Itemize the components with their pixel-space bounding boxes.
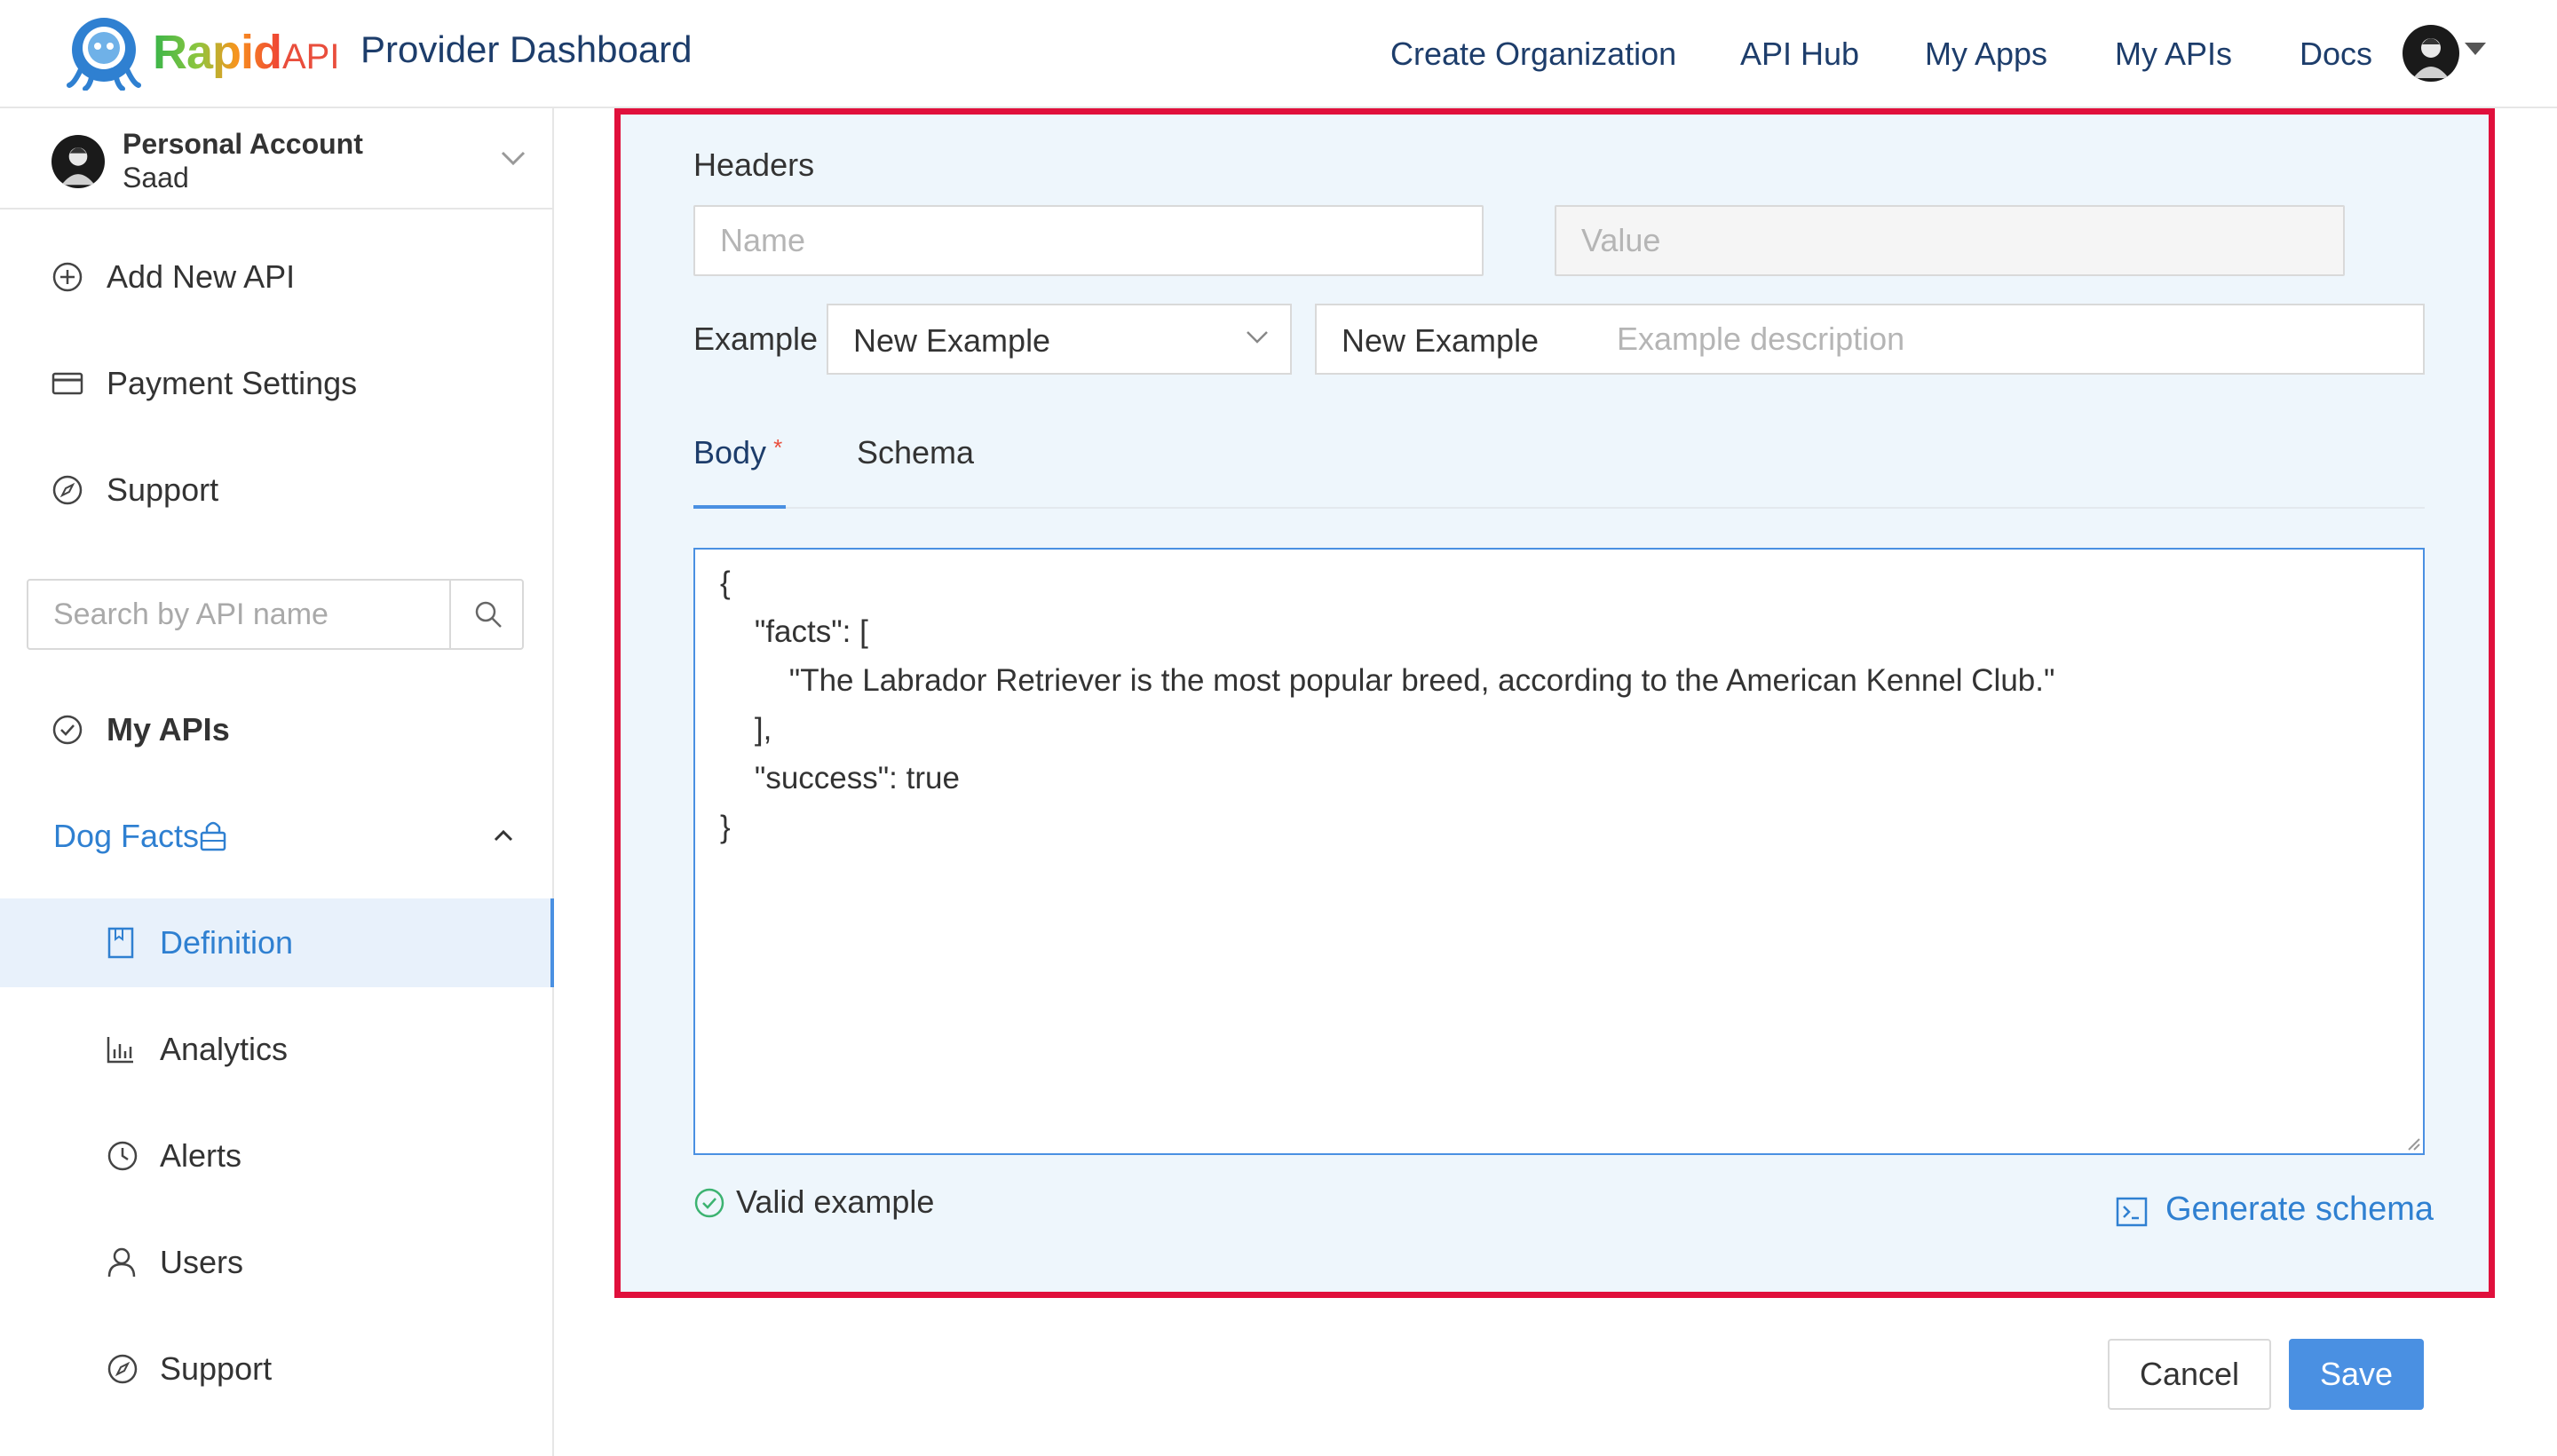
- search-icon: [475, 601, 502, 628]
- book-icon: [107, 927, 134, 959]
- credit-card-icon: [51, 372, 83, 395]
- avatar[interactable]: [2403, 25, 2459, 82]
- save-button[interactable]: Save: [2289, 1339, 2424, 1410]
- user-icon: [107, 1247, 136, 1278]
- sidebar-item-label: Support: [107, 471, 219, 508]
- example-label: Example: [693, 320, 819, 357]
- code-line: }: [720, 810, 731, 844]
- sidebar-item-analytics[interactable]: Analytics: [0, 1005, 552, 1094]
- resize-handle-icon[interactable]: [2405, 1136, 2421, 1151]
- sidebar: Personal Account Saad Add New API Paymen…: [0, 108, 554, 1456]
- api-name: Dog Facts: [53, 818, 200, 854]
- account-type: Personal Account: [123, 128, 363, 160]
- search-button[interactable]: [449, 581, 522, 648]
- cancel-button[interactable]: Cancel: [2108, 1339, 2271, 1410]
- example-select-value: New Example: [853, 322, 1051, 359]
- body-schema-tabs: Body * Schema: [693, 434, 2425, 509]
- sidebar-item-my-apis[interactable]: My APIs: [0, 685, 552, 774]
- code-line: {: [720, 566, 731, 600]
- caret-down-icon[interactable]: [2465, 43, 2486, 55]
- example-editor-panel: Headers Example New Example New Example …: [614, 108, 2495, 1298]
- validation-text: Valid example: [736, 1183, 935, 1220]
- sidebar-item-users[interactable]: Users: [0, 1218, 552, 1307]
- headers-label: Headers: [693, 146, 815, 183]
- compass-icon: [107, 1354, 138, 1384]
- chevron-up-icon[interactable]: [494, 829, 513, 842]
- nav-create-organization[interactable]: Create Organization: [1390, 36, 1676, 73]
- lock-icon: [200, 821, 226, 851]
- sidebar-item-add-new-api[interactable]: Add New API: [0, 233, 552, 321]
- example-description-field: [1592, 304, 2425, 375]
- tab-label: Schema: [857, 434, 975, 471]
- sidebar-item-dog-facts[interactable]: Dog Facts: [0, 792, 552, 881]
- nav-my-apis[interactable]: My APIs: [2115, 36, 2232, 73]
- sidebar-item-label: Alerts: [160, 1137, 242, 1174]
- check-circle-icon: [694, 1188, 724, 1218]
- nav-my-apps[interactable]: My Apps: [1925, 36, 2047, 73]
- bar-chart-icon: [107, 1037, 133, 1064]
- sidebar-item-label: Definition: [160, 924, 294, 961]
- compass-icon: [52, 475, 83, 505]
- avatar: [51, 135, 105, 188]
- code-line: ],: [720, 712, 772, 747]
- example-description-input[interactable]: [1592, 305, 2423, 373]
- brand-api[interactable]: API: [282, 37, 339, 77]
- terminal-icon: [2116, 1197, 2148, 1227]
- sidebar-item-payment-settings[interactable]: Payment Settings: [0, 339, 552, 428]
- api-search: [27, 579, 524, 650]
- sidebar-item-support[interactable]: Support: [0, 446, 552, 534]
- account-name: Saad: [123, 162, 189, 194]
- sidebar-item-label: My APIs: [107, 711, 230, 748]
- header-value-input[interactable]: [1555, 205, 2345, 276]
- example-select[interactable]: New Example: [827, 304, 1292, 375]
- chevron-down-icon: [1247, 331, 1268, 344]
- example-name-value: New Example: [1342, 322, 1540, 359]
- code-line: "The Labrador Retriever is the most popu…: [720, 663, 2055, 698]
- sidebar-item-alerts[interactable]: Alerts: [0, 1112, 552, 1200]
- sidebar-item-definition[interactable]: Definition: [0, 898, 554, 987]
- chevron-down-icon[interactable]: [501, 151, 526, 165]
- code-line: "facts": [: [720, 614, 868, 649]
- nav-api-hub[interactable]: API Hub: [1740, 36, 1859, 73]
- page-title: Provider Dashboard: [360, 28, 693, 70]
- rapidapi-logo-icon[interactable]: [66, 14, 142, 91]
- example-name-field[interactable]: New Example: [1315, 304, 1594, 375]
- sidebar-item-label: Users: [160, 1244, 244, 1280]
- tab-label: Body: [693, 434, 767, 471]
- sidebar-item-support-api[interactable]: Support: [0, 1325, 552, 1413]
- sidebar-item-label: Payment Settings: [107, 365, 358, 401]
- tab-schema[interactable]: Schema: [857, 434, 974, 509]
- plus-circle-icon: [52, 262, 83, 292]
- search-input[interactable]: [28, 581, 451, 648]
- body-editor[interactable]: { "facts": [ "The Labrador Retriever is …: [693, 548, 2425, 1155]
- code-line: "success": true: [720, 761, 960, 795]
- header-name-input[interactable]: [693, 205, 1484, 276]
- nav-docs[interactable]: Docs: [2300, 36, 2372, 73]
- check-circle-icon: [52, 715, 83, 745]
- clock-icon: [107, 1141, 138, 1171]
- account-switcher[interactable]: Personal Account Saad: [0, 108, 552, 210]
- generate-schema-label: Generate schema: [2165, 1191, 2434, 1228]
- tab-body[interactable]: Body *: [693, 434, 786, 509]
- sidebar-item-label: Support: [160, 1350, 273, 1387]
- sidebar-item-label: Add New API: [107, 258, 296, 295]
- top-bar: Rapid API Provider Dashboard Create Orga…: [0, 0, 2557, 108]
- sidebar-item-label: Analytics: [160, 1031, 289, 1067]
- brand-rapid[interactable]: Rapid: [153, 25, 282, 80]
- required-mark: *: [773, 434, 783, 461]
